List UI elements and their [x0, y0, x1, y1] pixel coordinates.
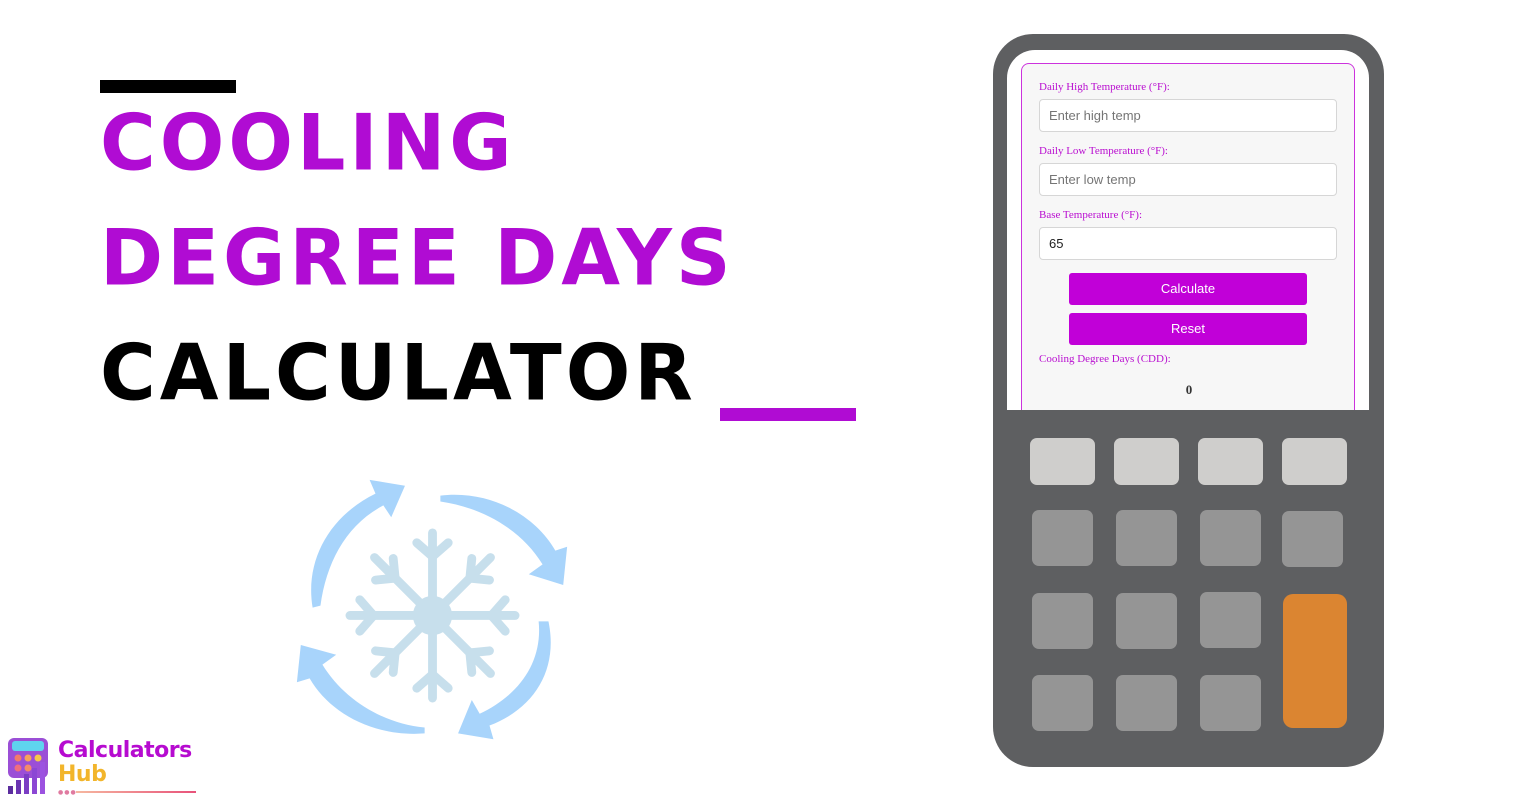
calculator-logo-icon — [8, 738, 48, 794]
keypad-key — [1030, 438, 1095, 485]
logo-dots: ●●● — [58, 789, 77, 796]
high-temp-label: Daily High Temperature (°F): — [1039, 81, 1170, 93]
keypad-key — [1114, 438, 1179, 485]
arrow-top-right — [440, 494, 568, 586]
low-temp-input[interactable] — [1039, 163, 1337, 196]
keypad-key — [1032, 593, 1093, 649]
calculator-screen: Daily High Temperature (°F): Daily Low T… — [1007, 50, 1369, 410]
keypad-key — [1282, 438, 1347, 485]
title-underscore-bar — [720, 408, 856, 421]
arrow-bottom-left — [296, 644, 425, 734]
calculate-button[interactable]: Calculate — [1069, 273, 1307, 305]
keypad-key — [1198, 438, 1263, 485]
title-line-1: COOLING — [100, 97, 516, 188]
title-line-3: CALCULATOR — [100, 327, 697, 418]
cdd-result-value: 0 — [1185, 382, 1193, 397]
base-temp-label: Base Temperature (°F): — [1039, 209, 1143, 221]
keypad-key — [1116, 593, 1177, 649]
cooling-cycle-illustration — [296, 479, 568, 740]
cdd-calculator-form: Daily High Temperature (°F): Daily Low T… — [1021, 63, 1355, 410]
cdd-result-label: Cooling Degree Days (CDD): — [1039, 353, 1171, 365]
logo-underline — [76, 791, 196, 793]
base-temp-input[interactable] — [1039, 227, 1337, 260]
high-temp-input[interactable] — [1039, 99, 1337, 132]
low-temp-label: Daily Low Temperature (°F): — [1039, 145, 1168, 157]
calculators-hub-logo[interactable]: Calculators Hub ●●● — [6, 736, 201, 798]
title-decoration-bar — [100, 80, 236, 93]
logo-text-hub: Hub — [58, 762, 107, 787]
keypad-key — [1116, 510, 1177, 566]
keypad-key — [1200, 675, 1261, 731]
keypad-key — [1200, 510, 1261, 566]
keypad-key — [1116, 675, 1177, 731]
arrow-bottom-right — [458, 621, 551, 740]
reset-button[interactable]: Reset — [1069, 313, 1307, 345]
snowflake-center — [412, 595, 453, 636]
title-line-2: DEGREE DAYS — [100, 212, 735, 303]
keypad-key — [1282, 511, 1343, 567]
logo-text-calculators: Calculators — [58, 738, 192, 763]
keypad-key — [1200, 592, 1261, 648]
keypad-key — [1032, 675, 1093, 731]
keypad-key — [1032, 510, 1093, 566]
arrow-top-left — [311, 479, 405, 608]
keypad-key-equals — [1283, 594, 1347, 728]
